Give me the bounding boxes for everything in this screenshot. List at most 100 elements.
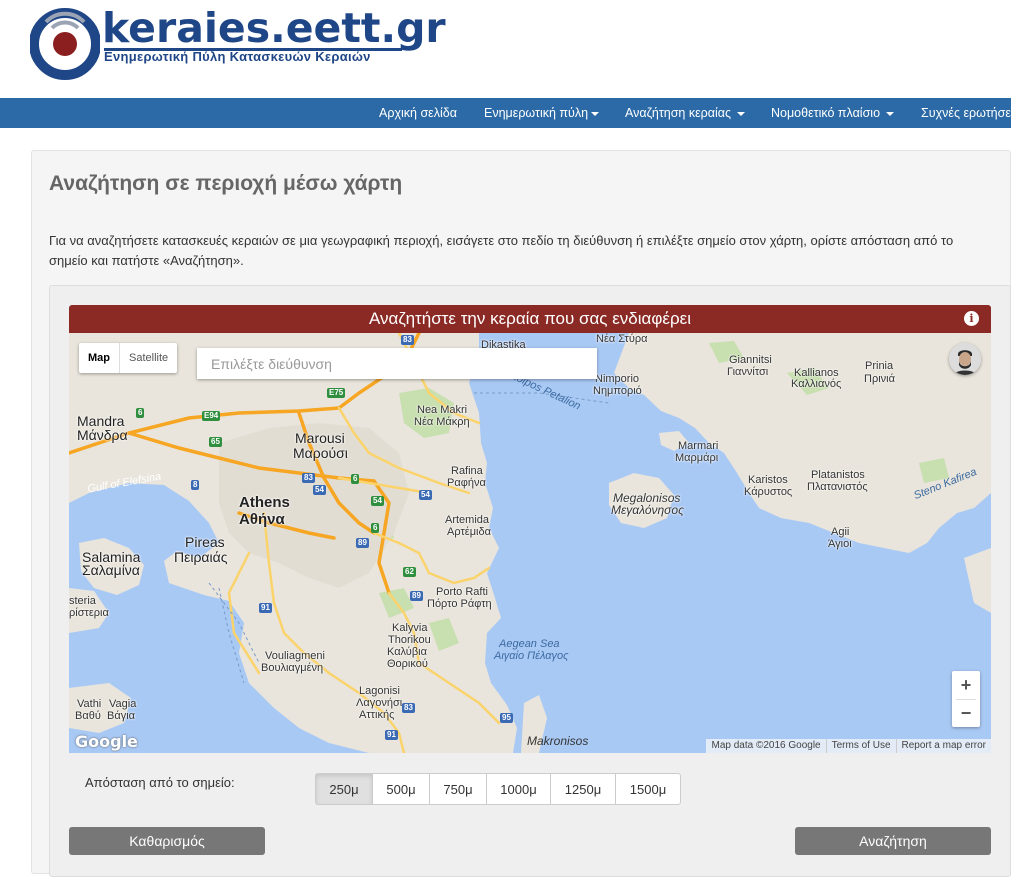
report-map-error-link[interactable]: Report a map error [895,739,991,753]
map-attribution: Map data ©2016 Google Terms of Use Repor… [706,739,991,753]
map-label: Καλλιανός [791,378,842,390]
search-button[interactable]: Αναζήτηση [795,827,991,855]
nav-item-antenna-search[interactable]: Αναζήτηση κεραίας [625,98,746,128]
caret-down-icon [737,111,746,116]
distance-option-1000[interactable]: 1000μ [486,773,551,805]
logo-subtitle: Ενημερωτική Πύλη Κατασκευών Κεραιών [104,49,371,64]
road-shield: 95 [500,713,513,723]
map-label: Κάρυστος [744,486,793,498]
nav-item-info-portal[interactable]: Ενημερωτική πύλη [484,98,600,128]
distance-option-1250[interactable]: 1250μ [550,773,616,805]
road-shield: E75 [327,388,346,398]
map-label: Vagia [109,698,137,710]
map-label: Mandra [77,413,125,429]
road-shield: E94 [202,411,221,421]
map-label: Πρινιά [864,373,895,385]
map-label: Αθήνα [239,511,285,528]
map-label: Βάγια [107,710,135,722]
zoom-divider [956,699,976,700]
nav-item-faq[interactable]: Συχνές ερωτήσεις [921,98,1011,128]
road-shield: 83 [401,335,414,345]
nav-item-label: Αρχική σελίδα [379,106,457,120]
map-header-bar: Αναζητήστε την κεραία που σας ενδιαφέρει… [69,305,991,333]
page-title: Αναζήτηση σε περιοχή μέσω χάρτη [49,172,403,195]
map-label: Πειραιάς [174,549,228,565]
road-shield: 65 [209,437,222,447]
distance-option-750[interactable]: 750μ [429,773,487,805]
map-label: Αττικής [359,709,395,721]
map-label: Βουλιαγμένη [261,662,324,674]
distance-option-250[interactable]: 250μ [315,773,373,805]
nav-item-legislation[interactable]: Νομοθετικό πλαίσιο [771,98,895,128]
map-type-control: Map Satellite [79,343,178,373]
map-label: Μαρμάρι [675,452,719,464]
road-shield: 91 [385,730,398,740]
nav-item-label: Συχνές ερωτήσεις [921,106,1011,120]
nav-item-home[interactable]: Αρχική σελίδα [379,98,457,128]
road-shield: 89 [410,591,423,601]
map-label: Artemida [445,514,490,526]
street-view-pegman-icon[interactable] [949,343,981,375]
map-label: Nea Makri [417,404,468,416]
logo-title: keraies.eett.gr [102,4,446,52]
map-label: Nimporio [595,373,640,385]
map-label: Πλατανιστός [807,481,868,493]
map-label: Άγιοι [828,538,852,550]
address-search-input[interactable] [197,348,597,379]
nav-item-label: Νομοθετικό πλαίσιο [771,106,881,120]
map-label: Marmari [678,440,719,452]
map-label: Makronisos [527,734,589,748]
map-label: Ραφήνα [447,477,486,489]
map-header-title: Αναζητήστε την κεραία που σας ενδιαφέρει [369,309,691,328]
road-shield: 6 [351,474,360,484]
road-shield: 54 [419,490,432,500]
map-label: Rafina [451,465,483,477]
map-canvas[interactable]: Dikastika Νέα Στύρα Nimporio Νημποριό Gi… [69,333,991,753]
map-label: Θορικού [387,658,428,670]
map-type-map-button[interactable]: Map [79,343,120,373]
road-shield: 6 [136,408,145,418]
map-label: ρίστερια [69,607,109,619]
map-label: Καλύβια [387,646,427,658]
road-shield: 83 [402,703,415,713]
map-type-satellite-button[interactable]: Satellite [120,343,177,373]
map-label: Μεγαλόνησος [611,503,684,517]
map-data-attribution: Map data ©2016 Google [711,740,821,751]
map-label: Νημποριό [593,385,642,397]
map-label: Thorikou [388,634,431,646]
road-shield: 54 [371,496,384,506]
distance-option-1500[interactable]: 1500μ [615,773,681,805]
distance-label: Απόσταση από το σημείο: [85,775,235,790]
distance-option-500[interactable]: 500μ [372,773,430,805]
map-label: Prinia [865,360,894,372]
info-circle-icon[interactable]: i [964,311,979,326]
eett-antenna-logo-icon [29,8,101,80]
site-logo[interactable]: keraies.eett.gr Ενημερωτική Πύλη Κατασκε… [29,4,446,80]
nav-item-label: Ενημερωτική πύλη [484,106,589,120]
map-label: Vathi [77,698,102,710]
map-label: Λαγονήσι [356,697,403,709]
map-label: Aegean Sea [499,638,560,650]
map-label: Αιγαίο Πέλαγος [494,650,569,662]
zoom-in-button[interactable]: + [952,671,980,699]
road-shield: 89 [356,538,369,548]
map-label: Athens [239,494,290,511]
map-label: Vouliagmeni [265,650,325,662]
map-label: Νέα Στύρα [596,333,648,345]
caret-down-icon [591,111,600,116]
google-logo[interactable]: Google [75,732,138,751]
road-shield: 83 [302,473,315,483]
map-label: Porto Rafti [436,586,488,598]
map-label: Πόρτο Ράφτη [427,598,492,610]
distance-button-group: 250μ 500μ 750μ 1000μ 1250μ 1500μ [315,773,681,805]
zoom-out-button[interactable]: − [952,699,980,727]
zoom-control: + − [952,671,980,727]
clear-button[interactable]: Καθαρισμός [69,827,265,855]
map-label: Νέα Μάκρη [414,416,470,428]
map-label: Γιαννίτσι [727,366,769,378]
page-intro-text: Για να αναζητήσετε κατασκευές κεραιών σε… [49,233,954,268]
road-shield: 8 [191,480,200,490]
road-shield: 91 [259,603,272,613]
map-label: Μάνδρα [77,427,128,443]
terms-of-use-link[interactable]: Terms of Use [825,739,896,753]
